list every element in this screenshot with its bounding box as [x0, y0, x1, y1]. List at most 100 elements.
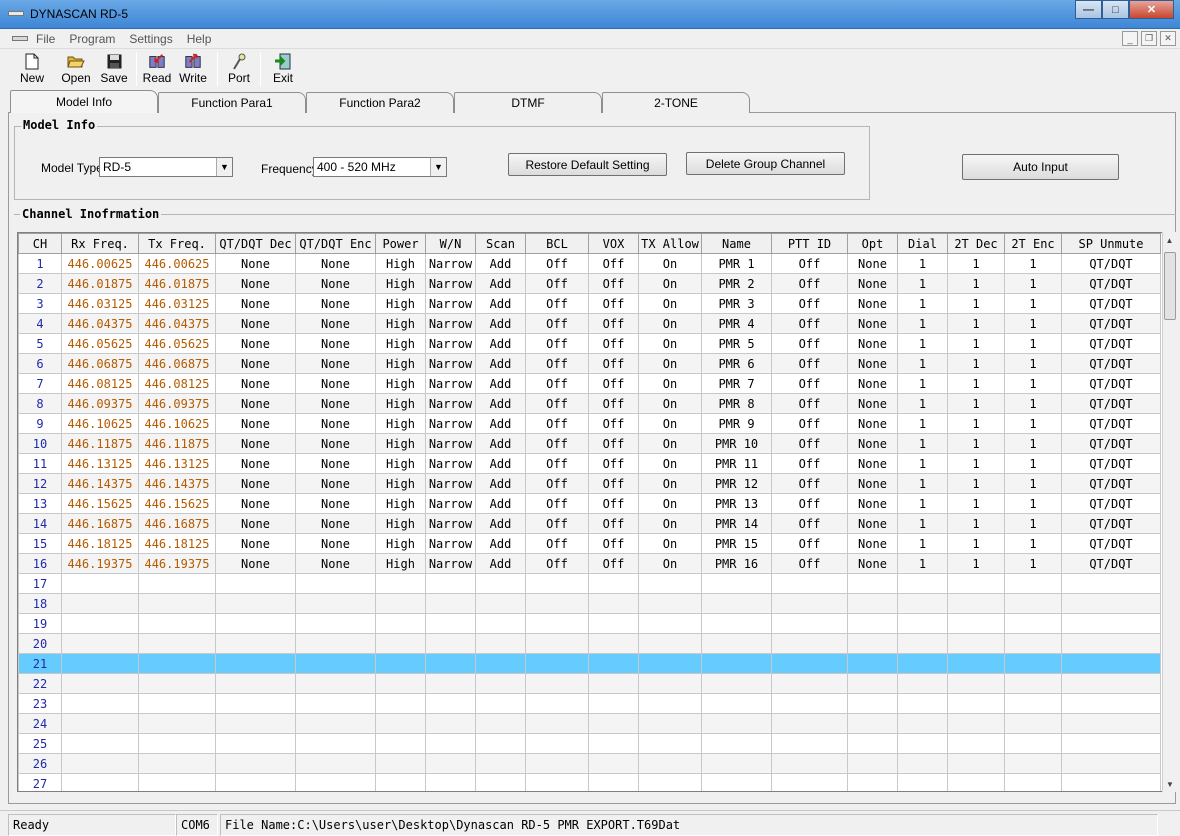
table-cell[interactable]: 446.03125	[138, 293, 216, 314]
channel-number-cell[interactable]: 24	[18, 713, 62, 734]
restore-default-button[interactable]: Restore Default Setting	[508, 153, 667, 176]
table-cell[interactable]: On	[638, 413, 702, 434]
table-cell[interactable]: PMR 1	[701, 253, 772, 274]
table-cell[interactable]	[61, 673, 139, 694]
table-cell[interactable]: 1	[1004, 413, 1062, 434]
table-cell[interactable]: Add	[475, 513, 526, 534]
table-cell[interactable]: None	[847, 513, 898, 534]
table-cell[interactable]	[375, 693, 426, 714]
table-cell[interactable]: None	[215, 293, 296, 314]
table-cell[interactable]: Off	[525, 273, 589, 294]
channel-number-cell[interactable]: 5	[18, 333, 62, 354]
table-cell[interactable]: 1	[897, 353, 948, 374]
menu-program[interactable]: Program	[69, 32, 125, 46]
table-cell[interactable]: High	[375, 253, 426, 274]
delete-group-channel-button[interactable]: Delete Group Channel	[686, 152, 845, 175]
channel-number-cell[interactable]: 18	[18, 593, 62, 614]
table-cell[interactable]: None	[847, 393, 898, 414]
table-cell[interactable]: On	[638, 473, 702, 494]
table-cell[interactable]: Off	[588, 533, 639, 554]
table-cell[interactable]	[425, 573, 476, 594]
table-cell[interactable]	[1004, 653, 1062, 674]
table-cell[interactable]: Narrow	[425, 293, 476, 314]
table-cell[interactable]: Add	[475, 453, 526, 474]
table-cell[interactable]	[847, 573, 898, 594]
table-cell[interactable]	[525, 773, 589, 791]
table-cell[interactable]: Off	[525, 373, 589, 394]
channel-number-cell[interactable]: 19	[18, 613, 62, 634]
table-cell[interactable]: None	[847, 533, 898, 554]
table-cell[interactable]	[425, 713, 476, 734]
table-cell[interactable]	[701, 673, 772, 694]
table-cell[interactable]	[771, 713, 848, 734]
table-cell[interactable]	[525, 593, 589, 614]
table-cell[interactable]: 446.15625	[138, 493, 216, 514]
table-cell[interactable]: Narrow	[425, 473, 476, 494]
table-cell[interactable]	[897, 633, 948, 654]
table-cell[interactable]: Off	[771, 513, 848, 534]
channel-number-cell[interactable]: 12	[18, 473, 62, 494]
table-cell[interactable]	[525, 753, 589, 774]
table-cell[interactable]: PMR 4	[701, 313, 772, 334]
table-cell[interactable]	[525, 633, 589, 654]
table-cell[interactable]: 1	[1004, 253, 1062, 274]
table-cell[interactable]: 1	[1004, 533, 1062, 554]
table-cell[interactable]	[1061, 733, 1161, 754]
table-cell[interactable]: 1	[897, 553, 948, 574]
table-cell[interactable]: PMR 5	[701, 333, 772, 354]
table-cell[interactable]	[295, 593, 376, 614]
open-button[interactable]: Open	[56, 50, 96, 88]
table-cell[interactable]: Narrow	[425, 513, 476, 534]
table-cell[interactable]: Off	[588, 473, 639, 494]
table-cell[interactable]	[847, 593, 898, 614]
tab-model-info[interactable]: Model Info	[10, 90, 158, 113]
table-row[interactable]: 6 446.06875 446.06875 None None High Narrow Add…	[18, 353, 1161, 374]
table-cell[interactable]	[947, 753, 1005, 774]
table-cell[interactable]: Off	[771, 353, 848, 374]
table-row[interactable]: 5 446.05625 446.05625 None None High Narrow Add…	[18, 333, 1161, 354]
tab-2-tone[interactable]: 2-TONE	[602, 92, 750, 113]
table-cell[interactable]	[525, 653, 589, 674]
table-cell[interactable]: 446.11875	[61, 433, 139, 454]
table-cell[interactable]: 446.03125	[61, 293, 139, 314]
table-cell[interactable]: None	[295, 333, 376, 354]
table-cell[interactable]	[138, 693, 216, 714]
table-cell[interactable]: None	[215, 553, 296, 574]
table-cell[interactable]: 446.16875	[138, 513, 216, 534]
table-cell[interactable]	[61, 773, 139, 791]
table-cell[interactable]: 1	[1004, 313, 1062, 334]
table-cell[interactable]	[947, 653, 1005, 674]
channel-number-cell[interactable]: 10	[18, 433, 62, 454]
table-cell[interactable]: Off	[771, 553, 848, 574]
table-cell[interactable]: Off	[588, 553, 639, 574]
table-row[interactable]: 27	[18, 773, 1161, 791]
table-cell[interactable]: High	[375, 513, 426, 534]
table-cell[interactable]: Add	[475, 353, 526, 374]
table-row[interactable]: 18	[18, 593, 1161, 614]
table-cell[interactable]	[375, 593, 426, 614]
table-cell[interactable]: QT/DQT	[1061, 493, 1161, 514]
table-cell[interactable]: None	[215, 253, 296, 274]
table-cell[interactable]: QT/DQT	[1061, 353, 1161, 374]
table-cell[interactable]: Off	[771, 473, 848, 494]
channel-number-cell[interactable]: 8	[18, 393, 62, 414]
table-cell[interactable]	[701, 633, 772, 654]
table-cell[interactable]	[475, 773, 526, 791]
frequency-select[interactable]: 400 - 520 MHz ▼	[313, 157, 447, 177]
table-cell[interactable]: On	[638, 353, 702, 374]
table-cell[interactable]: 446.18125	[138, 533, 216, 554]
table-cell[interactable]: Off	[525, 313, 589, 334]
table-row[interactable]: 15 446.18125 446.18125 None None High Narrow Ad…	[18, 533, 1161, 554]
table-cell[interactable]: High	[375, 353, 426, 374]
table-cell[interactable]	[897, 653, 948, 674]
table-cell[interactable]: QT/DQT	[1061, 253, 1161, 274]
scroll-thumb[interactable]	[1164, 252, 1176, 320]
table-cell[interactable]: 446.00625	[138, 253, 216, 274]
channel-number-cell[interactable]: 2	[18, 273, 62, 294]
table-cell[interactable]	[847, 613, 898, 634]
table-cell[interactable]: 446.04375	[61, 313, 139, 334]
table-cell[interactable]	[701, 713, 772, 734]
table-cell[interactable]: QT/DQT	[1061, 373, 1161, 394]
table-cell[interactable]: 446.09375	[61, 393, 139, 414]
table-cell[interactable]	[295, 693, 376, 714]
